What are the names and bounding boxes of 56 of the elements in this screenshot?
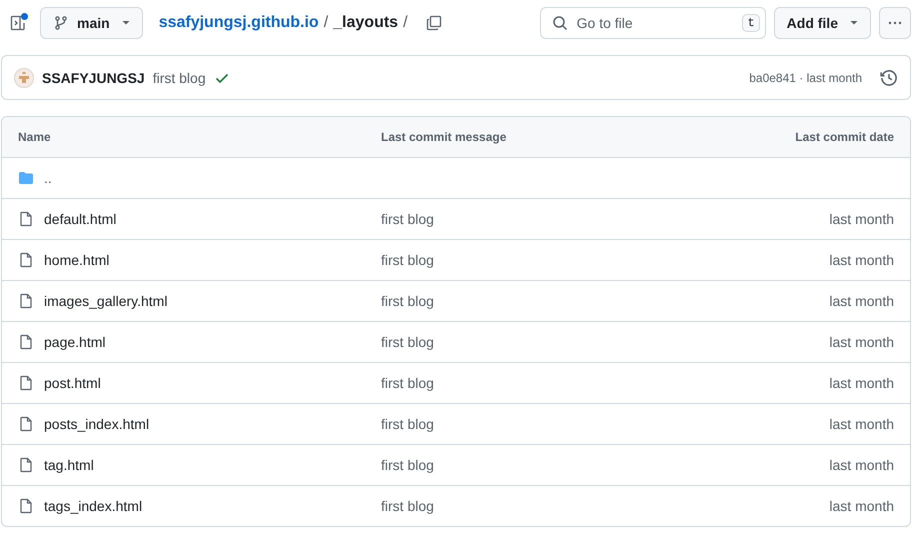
search-icon bbox=[552, 15, 568, 31]
file-name[interactable]: tags_index.html bbox=[44, 498, 142, 514]
file-name[interactable]: home.html bbox=[44, 252, 110, 268]
folder-icon bbox=[18, 170, 34, 186]
commit-date: last month bbox=[829, 457, 894, 473]
file-name[interactable]: posts_index.html bbox=[44, 416, 150, 432]
commit-message[interactable]: first blog bbox=[381, 211, 694, 227]
commit-message[interactable]: first blog bbox=[381, 334, 694, 350]
commit-message[interactable]: first blog bbox=[381, 293, 694, 309]
commit-message[interactable]: first blog bbox=[381, 457, 694, 473]
commit-message[interactable]: first blog bbox=[381, 252, 694, 268]
commit-message[interactable]: first blog bbox=[152, 70, 206, 86]
file-icon bbox=[18, 252, 34, 268]
caret-icon bbox=[122, 21, 130, 25]
commit-info[interactable]: ba0e841 · last month bbox=[749, 70, 862, 84]
path-separator: / bbox=[324, 14, 328, 32]
side-panel-icon[interactable] bbox=[8, 13, 28, 33]
commit-date: last month bbox=[829, 375, 894, 391]
file-name[interactable]: post.html bbox=[44, 375, 101, 391]
file-icon bbox=[18, 498, 34, 514]
folder-name: _layouts bbox=[333, 14, 398, 32]
file-name[interactable]: .. bbox=[44, 170, 52, 186]
repo-link[interactable]: ssafyjungsj.github.io bbox=[158, 14, 319, 32]
copy-icon[interactable] bbox=[426, 15, 442, 31]
commit-message[interactable]: first blog bbox=[381, 375, 694, 391]
file-icon bbox=[18, 334, 34, 350]
column-header: Last commit message bbox=[381, 130, 508, 144]
commit-message[interactable]: first blog bbox=[381, 498, 694, 514]
commit-date: last month bbox=[829, 498, 894, 514]
branch-icon bbox=[53, 15, 69, 31]
ellipsis-icon bbox=[887, 21, 903, 25]
commit-date: last month bbox=[829, 252, 894, 268]
file-icon bbox=[18, 457, 34, 473]
file-icon bbox=[18, 293, 34, 309]
caret-icon bbox=[850, 21, 858, 25]
file-icon bbox=[18, 375, 34, 391]
file-icon bbox=[18, 416, 34, 432]
shortcut-key: t bbox=[742, 14, 760, 32]
commit-message[interactable]: first blog bbox=[381, 416, 694, 432]
history-icon[interactable] bbox=[880, 68, 898, 86]
file-name[interactable]: page.html bbox=[44, 334, 106, 350]
column-header: Name bbox=[18, 130, 52, 144]
commit-date: last month bbox=[829, 293, 894, 309]
file-name[interactable]: default.html bbox=[44, 211, 116, 227]
commit-date: last month bbox=[829, 416, 894, 432]
column-header: Last commit date bbox=[795, 130, 894, 144]
commit-author[interactable]: SSAFYJUNGSJ bbox=[42, 70, 145, 86]
avatar-icon bbox=[14, 68, 34, 88]
file-icon bbox=[18, 211, 34, 227]
file-name[interactable]: tag.html bbox=[44, 457, 94, 473]
path-separator: / bbox=[403, 14, 408, 32]
commit-date: last month bbox=[829, 334, 894, 350]
add-file-button[interactable]: Add file bbox=[774, 7, 871, 39]
file-name[interactable]: images_gallery.html bbox=[44, 293, 168, 309]
commit-date: last month bbox=[829, 211, 894, 227]
branch-button[interactable]: main bbox=[40, 7, 143, 39]
